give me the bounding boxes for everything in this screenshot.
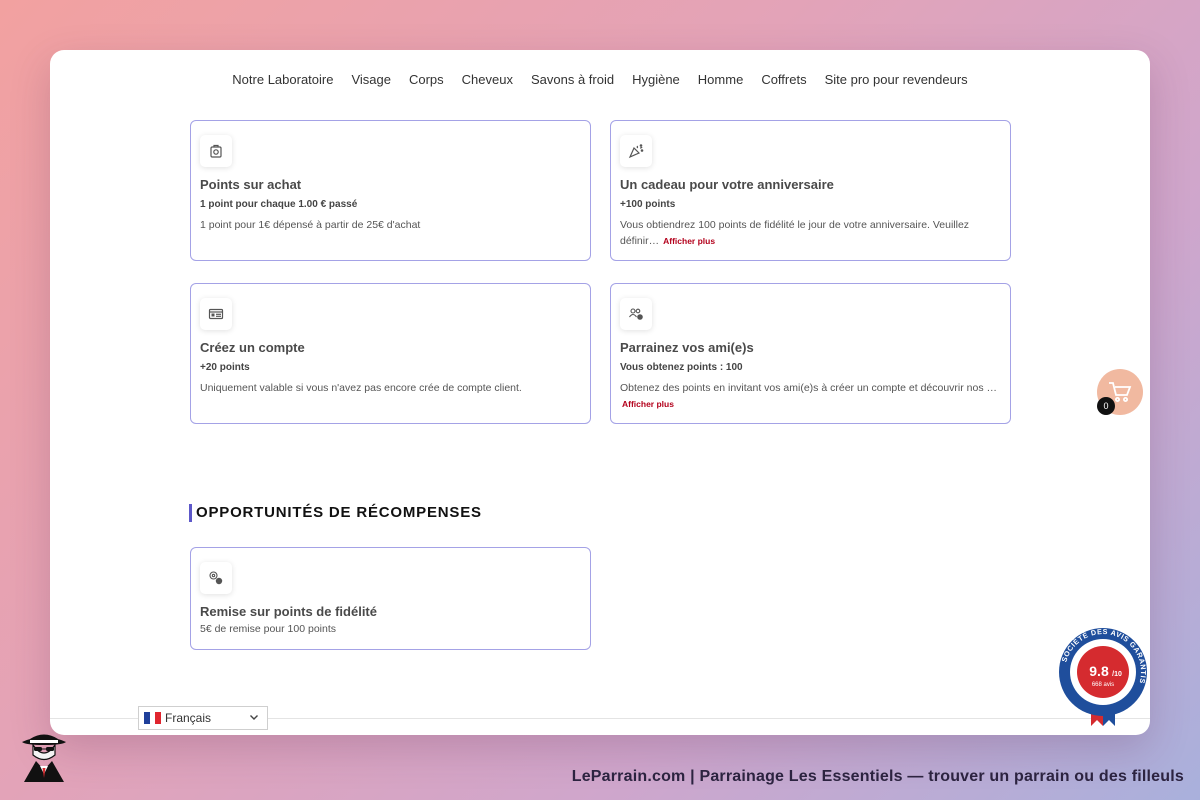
card-description: Uniquement valable si vous n'avez pas en… [200, 382, 522, 394]
card-description: 5€ de remise pour 100 points [200, 623, 337, 635]
nav-item-hygiene[interactable]: Hygiène [632, 72, 680, 87]
language-selector[interactable]: Français [138, 706, 268, 730]
card-points: +100 points [620, 199, 676, 210]
card-title: Remise sur points de fidélité [200, 604, 377, 619]
nav-item-laboratoire[interactable]: Notre Laboratoire [232, 72, 333, 87]
card-description: Vous obtiendrez 100 points de fidélité l… [620, 217, 1001, 249]
earn-card-referral: Parrainez vos ami(e)s Vous obtenez point… [610, 283, 1011, 424]
earn-card-account: Créez un compte +20 points Uniquement va… [190, 283, 591, 424]
section-title-rewards: OPPORTUNITÉS DE RÉCOMPENSES [189, 504, 482, 522]
main-nav: Notre Laboratoire Visage Corps Cheveux S… [50, 72, 1150, 87]
nav-item-corps[interactable]: Corps [409, 72, 444, 87]
nav-item-savons[interactable]: Savons à froid [531, 72, 614, 87]
party-popper-icon [620, 135, 652, 167]
nav-item-coffrets[interactable]: Coffrets [761, 72, 806, 87]
badge-reviews: 668 avis [1092, 682, 1114, 688]
browser-window: Notre Laboratoire Visage Corps Cheveux S… [50, 50, 1150, 735]
nav-item-site-pro[interactable]: Site pro pour revendeurs [825, 72, 968, 87]
nav-item-visage[interactable]: Visage [351, 72, 391, 87]
card-points: +20 points [200, 362, 250, 373]
show-more-link[interactable]: Afficher plus [622, 399, 674, 409]
cart-count-badge: 0 [1097, 397, 1115, 415]
card-title: Créez un compte [200, 340, 305, 355]
discount-coin-icon [200, 562, 232, 594]
show-more-link[interactable]: Afficher plus [663, 236, 715, 246]
card-description: 1 point pour 1€ dépensé à partir de 25€ … [200, 219, 421, 231]
french-flag-icon [144, 712, 162, 724]
shopping-bag-icon [200, 135, 232, 167]
chevron-down-icon [250, 715, 258, 720]
page-caption: LeParrain.com | Parrainage Les Essentiel… [571, 768, 1184, 785]
rating-badge[interactable]: SOCIÉTÉ DES AVIS GARANTIS 9.8 /10 668 av… [1057, 628, 1149, 728]
earn-card-purchase: Points sur achat 1 point pour chaque 1.0… [190, 120, 591, 261]
card-title: Points sur achat [200, 177, 302, 192]
earn-card-birthday: Un cadeau pour votre anniversaire +100 p… [610, 120, 1011, 261]
godfather-mascot-logo [22, 734, 66, 782]
badge-scale: /10 [1112, 671, 1122, 678]
referral-users-icon [620, 298, 652, 330]
card-points: 1 point pour chaque 1.00 € passé [200, 199, 358, 210]
card-title: Un cadeau pour votre anniversaire [620, 177, 834, 192]
card-title: Parrainez vos ami(e)s [620, 340, 754, 355]
nav-item-cheveux[interactable]: Cheveux [462, 72, 513, 87]
reward-card-discount: Remise sur points de fidélité 5€ de remi… [190, 547, 591, 650]
card-description: Obtenez des points en invitant vos ami(e… [620, 380, 1001, 412]
nav-item-homme[interactable]: Homme [698, 72, 744, 87]
language-label: Français [165, 711, 212, 725]
card-points: Vous obtenez points : 100 [620, 362, 743, 373]
badge-score: 9.8 [1089, 663, 1109, 679]
card-description-text: Obtenez des points en invitant vos ami(e… [620, 382, 998, 394]
id-card-icon [200, 298, 232, 330]
